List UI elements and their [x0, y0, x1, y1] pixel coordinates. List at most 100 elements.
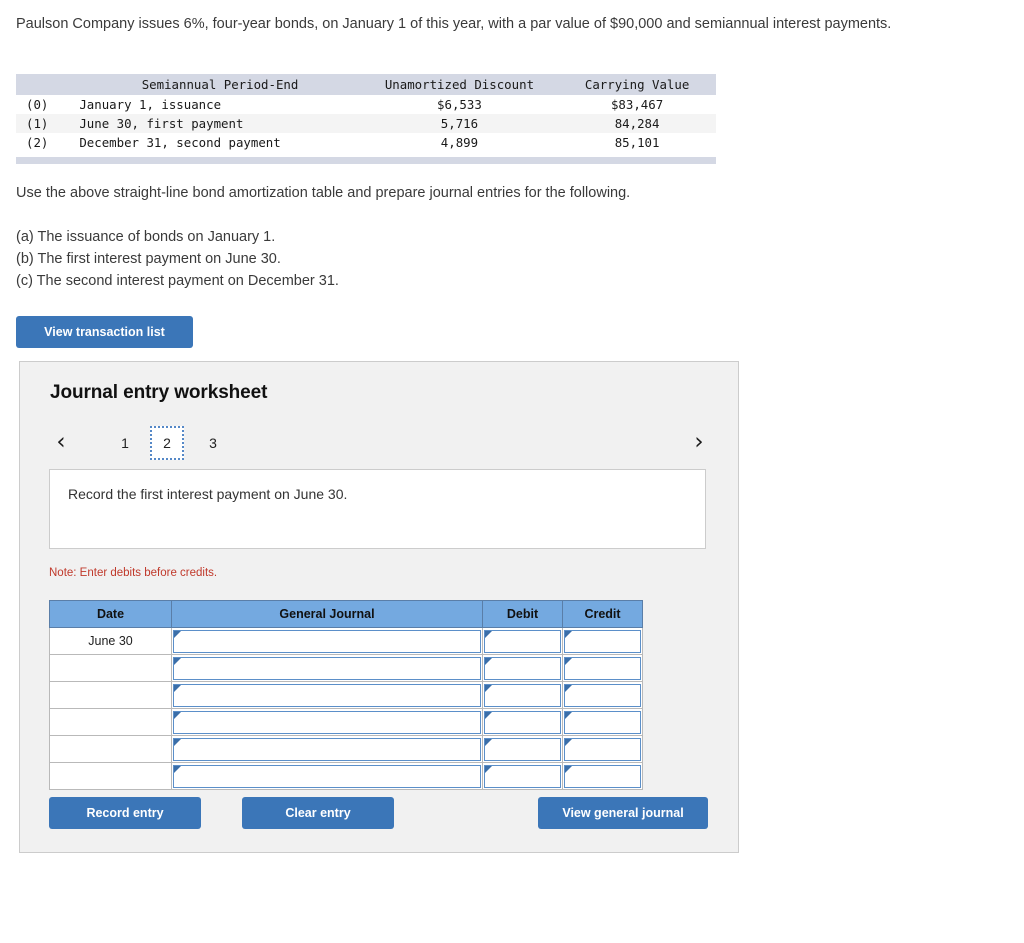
journal-account-input-1[interactable]	[171, 627, 483, 655]
worksheet-description-text: Record the first interest payment on Jun…	[68, 486, 348, 502]
table-row: June 30	[49, 627, 643, 655]
journal-debit-input-2[interactable]	[482, 654, 563, 682]
amort-cell-index: (0)	[16, 95, 80, 114]
amort-cell-period: January 1, issuance	[79, 95, 361, 114]
amort-cell-discount: $6,533	[360, 95, 559, 114]
amortization-header-row: Semiannual Period-End Unamortized Discou…	[16, 74, 716, 95]
journal-account-inputbox-3[interactable]	[173, 683, 481, 707]
record-entry-button[interactable]: Record entry	[49, 797, 201, 829]
journal-credit-input-5[interactable]	[562, 735, 643, 763]
table-row	[49, 735, 643, 763]
amort-cell-carrying: 85,101	[558, 133, 716, 152]
instructions-lead: Use the above straight-line bond amortiz…	[16, 185, 631, 201]
journal-debit-inputbox-6[interactable]	[484, 764, 561, 788]
journal-account-inputbox-2[interactable]	[173, 656, 481, 680]
journal-account-input-2[interactable]	[171, 654, 483, 682]
journal-account-input-6[interactable]	[171, 762, 483, 790]
journal-date-cell-3[interactable]	[49, 681, 172, 709]
amort-cell-period: June 30, first payment	[79, 114, 361, 133]
journal-credit-input-2[interactable]	[562, 654, 643, 682]
table-row	[49, 681, 643, 709]
clear-entry-button[interactable]: Clear entry	[242, 797, 394, 829]
journal-account-input-4[interactable]	[171, 708, 483, 736]
journal-credit-inputbox-2[interactable]	[564, 656, 641, 680]
amort-col-carrying: Carrying Value	[558, 74, 716, 95]
amortization-table-footer-bar	[16, 157, 716, 164]
journal-entry-table: Date General Journal Debit Credit June 3…	[49, 600, 643, 790]
worksheet-pager: ‹ 1 2 3 ›	[48, 425, 712, 461]
instructions-block: Use the above straight-line bond amortiz…	[16, 182, 916, 292]
journal-date-cell-6[interactable]	[49, 762, 172, 790]
journal-debit-inputbox-4[interactable]	[484, 710, 561, 734]
table-row	[49, 654, 643, 682]
amortization-table-container: Semiannual Period-End Unamortized Discou…	[16, 74, 716, 164]
amort-cell-period: December 31, second payment	[79, 133, 361, 152]
table-row: (1) June 30, first payment 5,716 84,284	[16, 114, 716, 133]
journal-account-inputbox-6[interactable]	[173, 764, 481, 788]
journal-credit-inputbox-1[interactable]	[564, 629, 641, 653]
page-title: Journal entry worksheet	[50, 382, 268, 403]
journal-account-inputbox-4[interactable]	[173, 710, 481, 734]
journal-credit-input-3[interactable]	[562, 681, 643, 709]
journal-date-cell-4[interactable]	[49, 708, 172, 736]
table-row	[49, 708, 643, 736]
journal-col-debit: Debit	[482, 600, 563, 628]
amort-col-index	[16, 74, 80, 95]
journal-credit-inputbox-3[interactable]	[564, 683, 641, 707]
amortization-table: Semiannual Period-End Unamortized Discou…	[16, 74, 716, 152]
journal-date-cell-1[interactable]: June 30	[49, 627, 172, 655]
table-row	[49, 762, 643, 790]
journal-account-input-5[interactable]	[171, 735, 483, 763]
worksheet-page-1[interactable]: 1	[108, 428, 142, 458]
journal-debit-input-5[interactable]	[482, 735, 563, 763]
instruction-item-c: (c) The second interest payment on Decem…	[16, 273, 339, 289]
amort-cell-carrying: $83,467	[558, 95, 716, 114]
view-general-journal-button[interactable]: View general journal	[538, 797, 708, 829]
journal-debit-inputbox-5[interactable]	[484, 737, 561, 761]
view-transaction-list-button[interactable]: View transaction list	[16, 316, 193, 348]
journal-date-cell-5[interactable]	[49, 735, 172, 763]
journal-debit-inputbox-1[interactable]	[484, 629, 561, 653]
journal-debit-input-1[interactable]	[482, 627, 563, 655]
journal-debit-input-3[interactable]	[482, 681, 563, 709]
journal-credit-inputbox-6[interactable]	[564, 764, 641, 788]
worksheet-description-box: Record the first interest payment on Jun…	[49, 469, 706, 549]
journal-header-row: Date General Journal Debit Credit	[49, 600, 643, 628]
amort-col-period: Semiannual Period-End	[79, 74, 361, 95]
worksheet-page-3[interactable]: 3	[196, 428, 230, 458]
table-row: (2) December 31, second payment 4,899 85…	[16, 133, 716, 152]
problem-statement: Paulson Company issues 6%, four-year bon…	[16, 16, 892, 32]
amort-cell-discount: 5,716	[360, 114, 559, 133]
journal-account-inputbox-5[interactable]	[173, 737, 481, 761]
journal-credit-input-6[interactable]	[562, 762, 643, 790]
journal-account-input-3[interactable]	[171, 681, 483, 709]
journal-account-inputbox-1[interactable]	[173, 629, 481, 653]
journal-date-cell-2[interactable]	[49, 654, 172, 682]
journal-entry-worksheet-panel: Journal entry worksheet ‹ 1 2 3 › Record…	[19, 361, 739, 853]
amort-cell-index: (1)	[16, 114, 80, 133]
journal-credit-inputbox-5[interactable]	[564, 737, 641, 761]
journal-credit-input-4[interactable]	[562, 708, 643, 736]
instruction-item-b: (b) The first interest payment on June 3…	[16, 251, 281, 267]
journal-debit-inputbox-2[interactable]	[484, 656, 561, 680]
instructions-spacer	[16, 204, 916, 226]
journal-col-general: General Journal	[171, 600, 483, 628]
journal-debit-input-6[interactable]	[482, 762, 563, 790]
journal-credit-input-1[interactable]	[562, 627, 643, 655]
chevron-right-icon[interactable]: ›	[686, 425, 712, 461]
table-row: (0) January 1, issuance $6,533 $83,467	[16, 95, 716, 114]
amort-cell-index: (2)	[16, 133, 80, 152]
amort-cell-carrying: 84,284	[558, 114, 716, 133]
debits-before-credits-note: Note: Enter debits before credits.	[49, 567, 218, 579]
amort-col-discount: Unamortized Discount	[360, 74, 559, 95]
journal-debit-inputbox-3[interactable]	[484, 683, 561, 707]
journal-debit-input-4[interactable]	[482, 708, 563, 736]
journal-entry-table-container: Date General Journal Debit Credit June 3…	[49, 600, 643, 790]
instruction-item-a: (a) The issuance of bonds on January 1.	[16, 229, 276, 245]
journal-col-credit: Credit	[562, 600, 643, 628]
journal-credit-inputbox-4[interactable]	[564, 710, 641, 734]
chevron-left-icon[interactable]: ‹	[48, 425, 74, 461]
journal-col-date: Date	[49, 600, 172, 628]
worksheet-page-2[interactable]: 2	[150, 426, 184, 460]
amort-cell-discount: 4,899	[360, 133, 559, 152]
